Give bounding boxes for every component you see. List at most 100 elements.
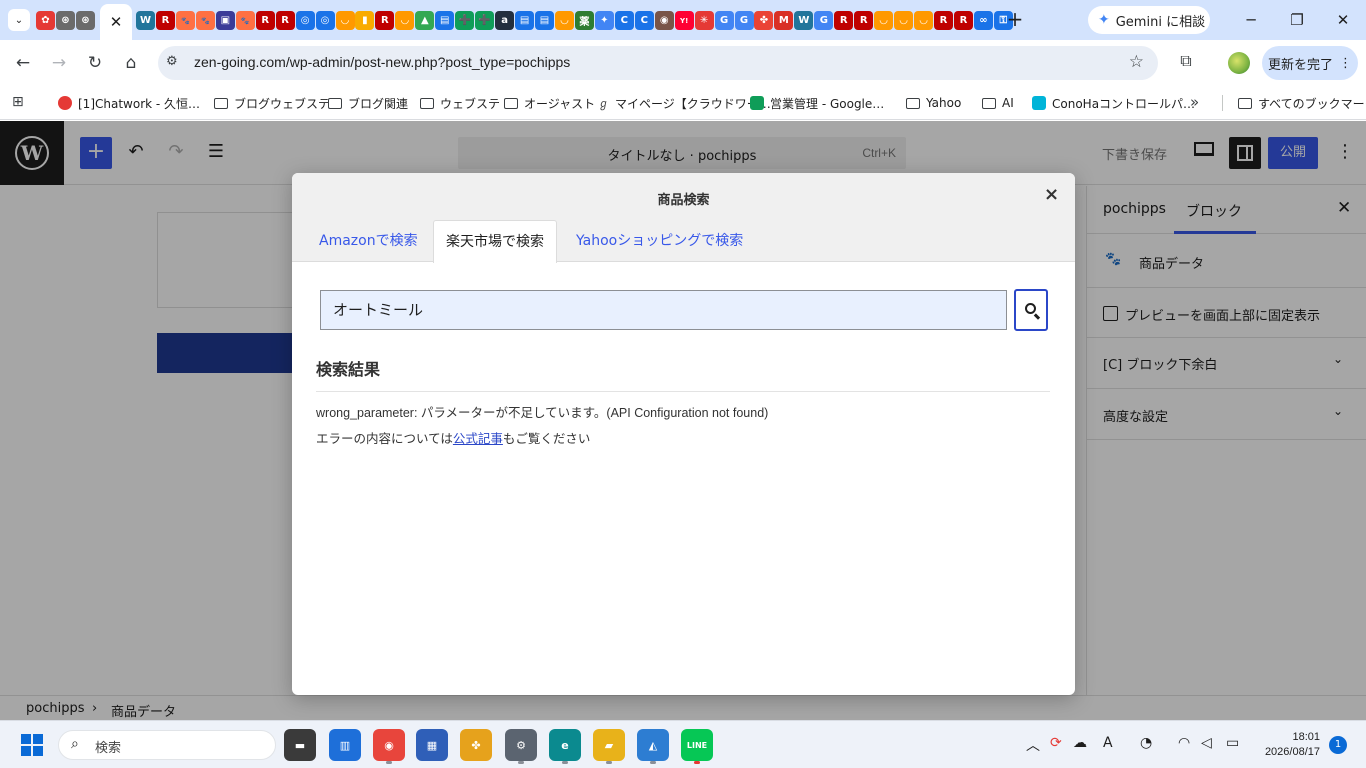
- drive-tab-icon[interactable]: ▲: [415, 11, 435, 30]
- windows-start-icon[interactable]: [21, 734, 43, 756]
- rakuten-tab-icon-7[interactable]: R: [934, 11, 953, 30]
- minimize-button[interactable]: ─: [1228, 0, 1274, 40]
- file-explorer-taskbar-icon[interactable]: ▬: [284, 729, 316, 761]
- bookmark-folder-ojust[interactable]: オージャスト: [504, 93, 595, 113]
- amazon-tab-icon-5[interactable]: ◡: [894, 11, 914, 30]
- rakuten-pharmacy-tab-icon[interactable]: 薬: [574, 11, 594, 30]
- c-tab-icon-2[interactable]: C: [634, 11, 654, 30]
- rakuten-tab-icon-4[interactable]: R: [375, 11, 395, 30]
- gmail-tab-icon[interactable]: M: [774, 11, 794, 30]
- rakuten-tab-icon-8[interactable]: R: [953, 11, 973, 30]
- rakuten-tab-icon[interactable]: R: [155, 11, 175, 30]
- search-button[interactable]: [1014, 289, 1048, 331]
- tab-search-chevron-icon[interactable]: ⌄: [8, 9, 30, 31]
- site-info-icon[interactable]: ⚙: [166, 54, 178, 69]
- tab-amazon-search[interactable]: Amazonで検索: [307, 220, 430, 262]
- chrome-taskbar-icon[interactable]: ◉: [373, 729, 405, 761]
- cloud-icon[interactable]: ☁: [1073, 735, 1087, 751]
- gemini-tab-icon[interactable]: ✦: [594, 11, 614, 30]
- ad-tab-icon[interactable]: ▣: [215, 11, 235, 30]
- amazon-tab-icon-6[interactable]: ◡: [914, 11, 934, 30]
- active-tab-close-button[interactable]: ✕: [100, 4, 132, 40]
- modal-close-icon[interactable]: ×: [1044, 184, 1059, 205]
- rakuten-tab-icon-5[interactable]: R: [834, 11, 854, 30]
- all-bookmarks-folder[interactable]: すべてのブックマーク: [1238, 93, 1366, 113]
- rakuten-tab-icon-6[interactable]: R: [854, 11, 874, 30]
- photos-taskbar-icon[interactable]: ✤: [460, 729, 492, 761]
- extensions-puzzle-icon[interactable]: ⧉: [1175, 51, 1197, 73]
- bookmark-sales-sheet[interactable]: 営業管理 - Google…: [750, 93, 884, 113]
- gemini-button[interactable]: ✦ Gemini に相談: [1088, 6, 1210, 34]
- paw-tab-icon[interactable]: 🐾: [175, 11, 195, 30]
- amazon-tab-icon-3[interactable]: ◡: [554, 11, 574, 30]
- link-tab-icon[interactable]: ∞: [973, 11, 993, 30]
- sheets-tab-icon-2[interactable]: ➕: [475, 11, 495, 30]
- docs-tab-icon[interactable]: ▤: [435, 11, 455, 30]
- amazon-tab-icon[interactable]: ◡: [335, 11, 355, 30]
- bookmark-folder-ai[interactable]: AI: [982, 93, 1014, 113]
- back-arrow-icon[interactable]: ←: [11, 51, 35, 75]
- amazon-tab-icon-2[interactable]: ◡: [395, 11, 415, 30]
- reload-icon[interactable]: ↻: [83, 51, 107, 75]
- chatwork-tab-icon[interactable]: ✿: [36, 11, 55, 30]
- official-article-link[interactable]: 公式記事: [453, 432, 503, 446]
- clock[interactable]: 18:01 2026/08/17: [1250, 730, 1320, 760]
- bookmark-folder-webste[interactable]: ウェブステ: [420, 93, 500, 113]
- tray-overflow-chevron-icon[interactable]: ︿: [1026, 735, 1040, 755]
- asterisk-tab-icon[interactable]: ✳: [694, 11, 714, 30]
- bookmark-folder-blog[interactable]: ブログ関連: [328, 93, 408, 113]
- folder-taskbar-icon[interactable]: ▰: [593, 729, 625, 761]
- chatgpt-tab-icon-2[interactable]: ⊛: [76, 11, 95, 30]
- speaker-muted-icon[interactable]: ◁: [1201, 735, 1212, 751]
- yahoo-tab-icon[interactable]: Y!: [674, 11, 694, 30]
- rakuten-tab-icon-3[interactable]: R: [275, 11, 295, 30]
- amazon-tab-icon-4[interactable]: ◡: [874, 11, 894, 30]
- google-tab-icon[interactable]: G: [714, 11, 734, 30]
- tab-yahoo-search[interactable]: Yahooショッピングで検索: [564, 220, 755, 262]
- docs-tab-icon-3[interactable]: ▤: [535, 11, 554, 30]
- photos-tab-icon[interactable]: ✤: [754, 11, 774, 30]
- bookmark-conoha[interactable]: ConoHaコントロールパ…: [1032, 93, 1195, 113]
- battery-icon[interactable]: ▭: [1226, 735, 1239, 751]
- window-close-button[interactable]: ✕: [1320, 0, 1366, 40]
- bookmark-folder-yahoo[interactable]: Yahoo: [906, 93, 961, 113]
- paint-taskbar-icon[interactable]: ◭: [637, 729, 669, 761]
- focus-clock-icon[interactable]: ◔: [1140, 735, 1152, 751]
- chatgpt-tab-icon[interactable]: ⊛: [56, 11, 75, 30]
- wordpress-tab-icon-2[interactable]: W: [794, 11, 814, 30]
- home-icon[interactable]: ⌂: [119, 51, 143, 75]
- sheets-tab-icon[interactable]: ➕: [455, 11, 475, 30]
- store-taskbar-icon[interactable]: ▦: [416, 729, 448, 761]
- bookmark-folder-blog-webste[interactable]: ブログウェブステ: [214, 93, 330, 113]
- ime-language-icon[interactable]: A: [1103, 735, 1113, 751]
- wifi-icon[interactable]: ◠: [1178, 735, 1190, 751]
- new-tab-button[interactable]: +: [1003, 8, 1027, 32]
- amazon-a-tab-icon[interactable]: a: [495, 11, 515, 30]
- edge-taskbar-icon[interactable]: e: [549, 729, 581, 761]
- bookmarks-overflow-icon[interactable]: »: [1190, 93, 1199, 111]
- tab-rakuten-search[interactable]: 楽天市場で検索: [433, 220, 557, 263]
- bookmark-star-icon[interactable]: ☆: [1129, 52, 1144, 72]
- rakuten-tab-icon-2[interactable]: R: [255, 11, 275, 30]
- widgets-taskbar-icon[interactable]: ▥: [329, 729, 361, 761]
- paw-tab-icon-2[interactable]: 🐾: [195, 11, 215, 30]
- bookmark-crowdworks[interactable]: ℊ マイページ【クラウドワー…: [598, 93, 771, 113]
- paw-tab-icon-3[interactable]: 🐾: [235, 11, 255, 30]
- sync-icon[interactable]: ⟳: [1050, 735, 1062, 751]
- lens-tab-icon-2[interactable]: ◎: [315, 11, 335, 30]
- analytics-tab-icon[interactable]: ▮: [355, 11, 375, 30]
- maximize-button[interactable]: ❐: [1274, 0, 1320, 40]
- address-bar[interactable]: ⚙ zen-going.com/wp-admin/post-new.php?po…: [158, 46, 1158, 80]
- wordpress-tab-icon[interactable]: W: [136, 11, 155, 30]
- profile-avatar[interactable]: [1228, 52, 1250, 74]
- url-text[interactable]: zen-going.com/wp-admin/post-new.php?post…: [194, 54, 570, 70]
- docs-tab-icon-2[interactable]: ▤: [515, 11, 535, 30]
- taskbar-search[interactable]: ⌕ 検索: [58, 730, 276, 760]
- settings-taskbar-icon[interactable]: ⚙: [505, 729, 537, 761]
- google-tab-icon-2[interactable]: G: [734, 11, 754, 30]
- google-tab-icon-3[interactable]: G: [814, 11, 834, 30]
- lens-tab-icon[interactable]: ◎: [295, 11, 315, 30]
- forward-arrow-icon[interactable]: →: [47, 51, 71, 75]
- line-taskbar-icon[interactable]: LINE: [681, 729, 713, 761]
- product-search-input[interactable]: オートミール: [320, 290, 1007, 330]
